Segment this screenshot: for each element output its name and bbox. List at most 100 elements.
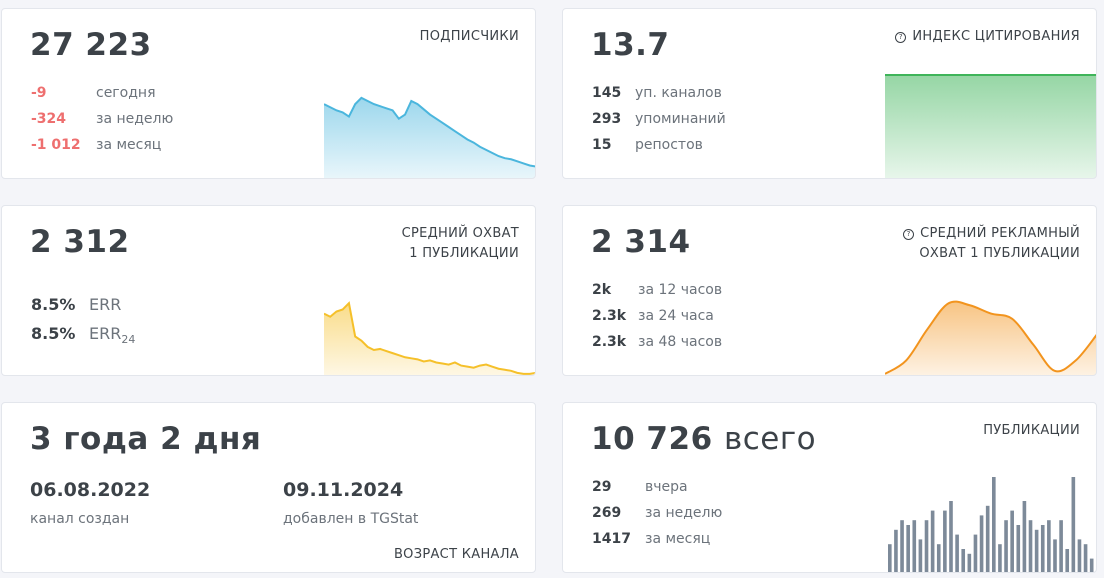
chart-bar[interactable] — [979, 515, 984, 573]
stat-text: вчера — [645, 479, 688, 495]
stat-value: 8.5% — [31, 295, 76, 314]
chart-bar[interactable] — [936, 544, 941, 573]
added-date: 09.11.2024 — [283, 479, 404, 501]
stat-text: ERR24 — [89, 324, 135, 346]
channel-age-card[interactable]: 3 года 2 дня 06.08.2022 канал создан 09.… — [1, 402, 536, 573]
stat-value: -9 — [31, 85, 47, 101]
stat-row: 2.3k за 24 часа — [592, 308, 792, 328]
chart-bar[interactable] — [961, 549, 966, 573]
stat-row: 15 репостов — [592, 137, 792, 157]
stat-value: -324 — [31, 111, 67, 127]
stat-text: за месяц — [645, 531, 711, 547]
chart-bar[interactable] — [894, 529, 898, 573]
stat-value: 15 — [592, 137, 612, 153]
average-reach-value: 2 312 — [30, 224, 130, 260]
chart-bar[interactable] — [1004, 520, 1008, 573]
reach-card[interactable]: 2 312 СРЕДНИЙ ОХВАТ 1 ПУБЛИКАЦИИ 8.5% ER… — [1, 205, 536, 376]
chart-bar[interactable] — [924, 520, 929, 573]
stat-row: 145 уп. каналов — [592, 85, 792, 105]
chart-bar[interactable] — [1071, 477, 1076, 573]
stat-value: 269 — [592, 505, 622, 521]
publications-label: ПУБЛИКАЦИИ — [983, 423, 1080, 438]
info-icon[interactable]: ? — [903, 229, 915, 240]
added-text: добавлен в TGStat — [283, 511, 419, 527]
ad-reach-label-text: СРЕДНИЙ РЕКЛАМНЫЙ — [920, 226, 1080, 241]
stat-row: 2k за 12 часов — [592, 282, 792, 302]
chart-bar[interactable] — [918, 539, 923, 573]
chart-area — [885, 75, 1096, 178]
citation-label: ? ИНДЕКС ЦИТИРОВАНИЯ — [895, 27, 1080, 47]
publications-total: 10 726 всего — [591, 421, 816, 457]
chart-bar[interactable] — [973, 534, 978, 573]
stat-value: 8.5% — [31, 324, 76, 343]
subscribers-count: 27 223 — [30, 27, 152, 63]
citation-card[interactable]: 13.7 ? ИНДЕКС ЦИТИРОВАНИЯ 145 уп. каналов… — [562, 8, 1097, 179]
stat-value: -1 012 — [31, 137, 81, 153]
chart-bar[interactable] — [992, 477, 996, 573]
reach-label: СРЕДНИЙ ОХВАТ 1 ПУБЛИКАЦИИ — [402, 224, 519, 264]
stat-text: за месяц — [96, 137, 162, 153]
publications-card[interactable]: 10 726 всего ПУБЛИКАЦИИ 29 вчера 269 за … — [562, 402, 1097, 573]
stat-value: 145 — [592, 85, 622, 101]
reach-label-line: 1 ПУБЛИКАЦИИ — [409, 246, 519, 261]
chart-bar[interactable] — [1040, 525, 1045, 573]
stat-text: сегодня — [96, 85, 156, 101]
chart-bar[interactable] — [1053, 539, 1057, 573]
chart-bar[interactable] — [1077, 539, 1082, 573]
chart-area — [324, 97, 535, 178]
chart-bar[interactable] — [949, 501, 953, 573]
stat-row: 8.5% ERR24 — [31, 324, 231, 350]
stat-text: за неделю — [645, 505, 723, 521]
err-subscript: 24 — [121, 333, 136, 347]
stat-row: 293 упоминаний — [592, 111, 792, 131]
chart-bar[interactable] — [912, 520, 917, 573]
subscribers-chart — [324, 96, 535, 178]
chart-bar[interactable] — [967, 553, 972, 573]
chart-bar[interactable] — [1016, 525, 1021, 573]
ad-reach-value: 2 314 — [591, 224, 691, 260]
stat-value: 293 — [592, 111, 622, 127]
stat-row: -9 сегодня — [31, 85, 231, 105]
chart-bar[interactable] — [1083, 544, 1088, 573]
stat-text: за 48 часов — [638, 334, 723, 350]
chart-bar[interactable] — [900, 520, 904, 573]
reach-chart — [324, 301, 535, 375]
chart-bar[interactable] — [1059, 520, 1063, 573]
chart-bar[interactable] — [1022, 501, 1027, 573]
chart-bar[interactable] — [1089, 558, 1094, 573]
chart-bar[interactable] — [888, 544, 892, 573]
subscribers-card[interactable]: 27 223 ПОДПИСЧИКИ -9 сегодня -324 за нед… — [1, 8, 536, 179]
created-text: канал создан — [30, 511, 130, 527]
chart-bar[interactable] — [1028, 520, 1033, 573]
stat-row: 8.5% ERR — [31, 295, 231, 319]
ad-reach-label-line2: ОХВАТ 1 ПУБЛИКАЦИИ — [919, 246, 1080, 261]
stat-row: 2.3k за 48 часов — [592, 334, 792, 354]
citation-label-text: ИНДЕКС ЦИТИРОВАНИЯ — [912, 29, 1080, 44]
chart-area — [324, 303, 535, 375]
stat-row: 29 вчера — [592, 479, 792, 499]
chart-bar[interactable] — [1047, 520, 1051, 573]
stat-text: ERR — [89, 295, 122, 314]
citation-chart — [885, 74, 1096, 178]
citation-index-value: 13.7 — [591, 27, 670, 63]
chart-bar[interactable] — [955, 534, 959, 573]
stat-value: 2k — [592, 282, 612, 298]
chart-bar[interactable] — [930, 510, 935, 573]
channel-age-label: ВОЗРАСТ КАНАЛА — [393, 547, 519, 562]
stat-value: 1417 — [592, 531, 631, 547]
chart-bar[interactable] — [906, 525, 910, 573]
info-icon[interactable]: ? — [895, 32, 907, 43]
chart-bar[interactable] — [1010, 510, 1014, 573]
chart-bar[interactable] — [985, 505, 990, 573]
stat-text: за 12 часов — [638, 282, 723, 298]
chart-bar[interactable] — [998, 544, 1002, 573]
chart-bar[interactable] — [1034, 529, 1039, 573]
ad-reach-card[interactable]: 2 314 ? СРЕДНИЙ РЕКЛАМНЫЙ ОХВАТ 1 ПУБЛИКА… — [562, 205, 1097, 376]
stat-text: за неделю — [96, 111, 174, 127]
chart-bar[interactable] — [943, 510, 947, 573]
chart-bar[interactable] — [1065, 549, 1070, 573]
publications-count: 10 726 — [591, 421, 713, 457]
stat-text: репостов — [635, 137, 703, 153]
stat-row: 1417 за месяц — [592, 531, 792, 551]
ad-reach-label-line1: ? СРЕДНИЙ РЕКЛАМНЫЙ — [903, 224, 1080, 244]
